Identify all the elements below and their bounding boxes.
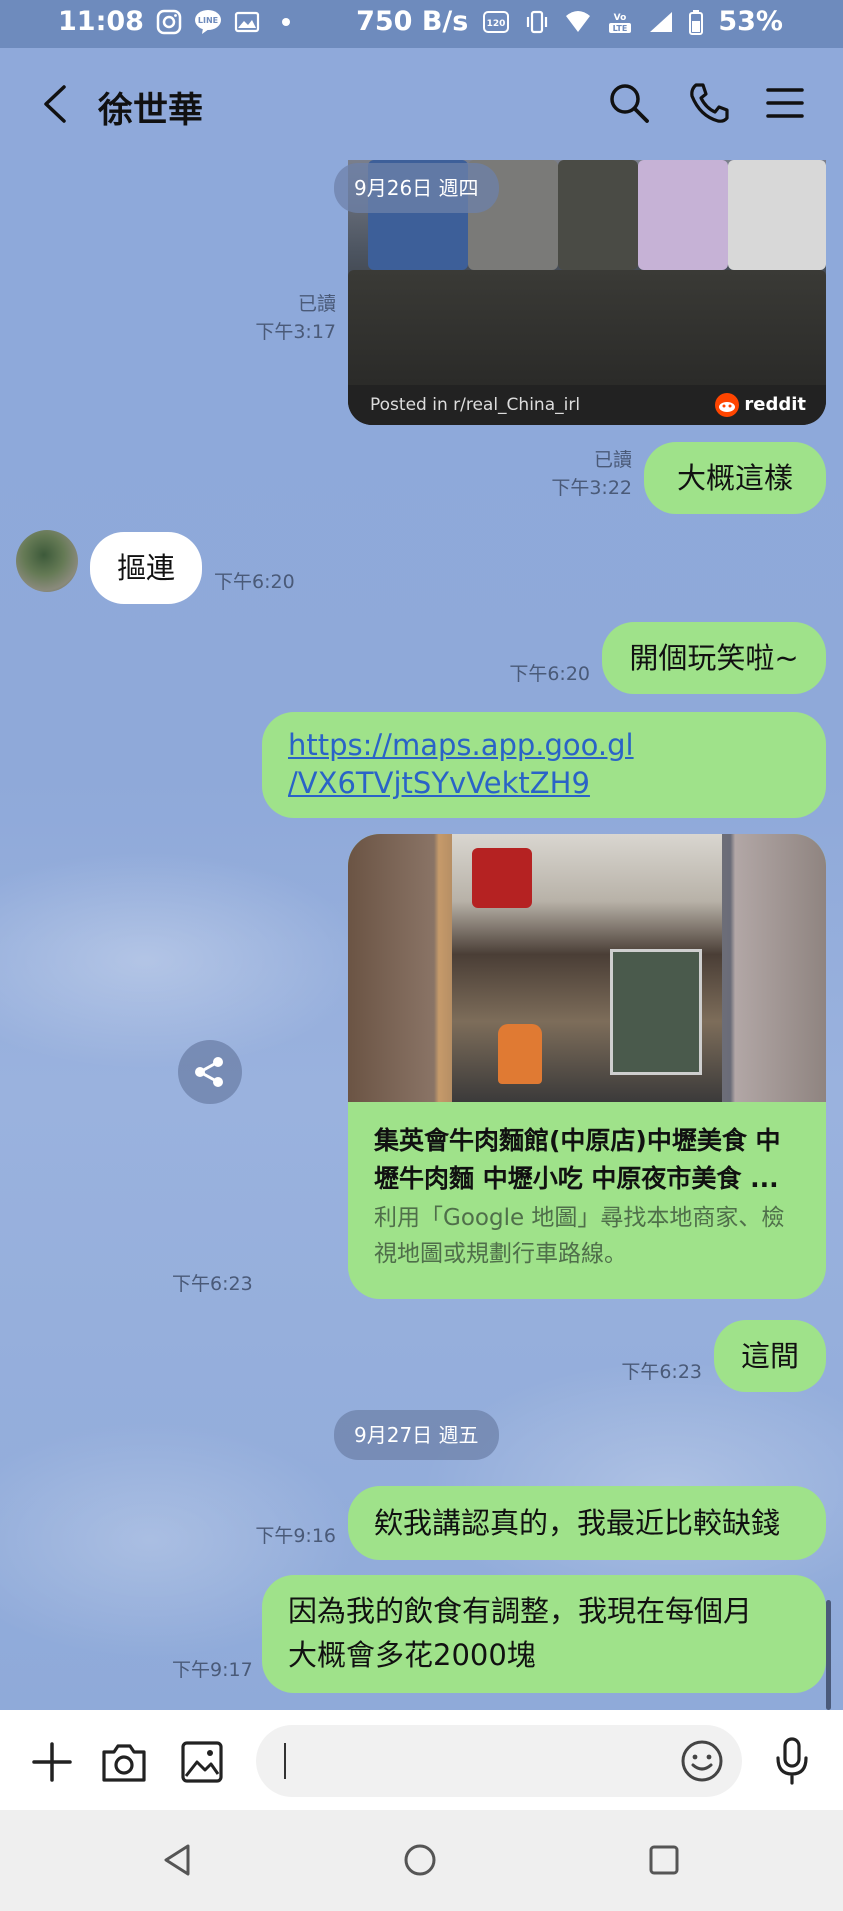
status-time: 11:08 bbox=[58, 6, 144, 37]
instagram-icon bbox=[156, 9, 182, 34]
vibrate-icon bbox=[527, 10, 548, 33]
emoji-icon[interactable] bbox=[680, 1739, 724, 1783]
read-receipt: 已讀 bbox=[297, 293, 336, 315]
volte-icon: VoLTE bbox=[609, 13, 632, 33]
dot-icon bbox=[281, 17, 290, 26]
image-icon[interactable] bbox=[180, 1740, 224, 1784]
reddit-brand: reddit bbox=[744, 394, 806, 415]
message-time: 下午9:17 bbox=[172, 1659, 253, 1681]
message-line: 大概會多花2000塊 bbox=[288, 1638, 536, 1672]
back-icon[interactable] bbox=[38, 84, 72, 124]
signal-icon bbox=[650, 11, 673, 32]
share-button[interactable] bbox=[178, 1040, 242, 1104]
wifi-icon bbox=[566, 10, 591, 32]
net-speed: 750 B/s bbox=[356, 6, 469, 37]
scrollbar[interactable] bbox=[826, 1600, 831, 1710]
link-message-bubble[interactable]: https://maps.app.goo.gl /VX6TVjtSYvVektZ… bbox=[262, 712, 826, 818]
date-separator: 9月27日 週五 bbox=[334, 1410, 499, 1460]
avatar[interactable] bbox=[16, 530, 78, 592]
message-time: 下午6:23 bbox=[172, 1273, 253, 1295]
link-url-line1[interactable]: https://maps.app.goo.gl bbox=[288, 728, 634, 762]
svg-text:Vo: Vo bbox=[614, 13, 627, 23]
nav-home-icon[interactable] bbox=[402, 1842, 438, 1878]
message-bubble[interactable]: 這間 bbox=[714, 1320, 826, 1392]
menu-icon[interactable] bbox=[762, 80, 808, 126]
share-icon bbox=[195, 1057, 223, 1087]
message-time: 下午9:16 bbox=[255, 1525, 336, 1547]
text-caret bbox=[284, 1743, 286, 1779]
message-bubble[interactable]: 大概這樣 bbox=[644, 442, 826, 514]
card-description: 利用「Google 地圖」尋找本地商家、檢視地圖或規劃行車路線。 bbox=[374, 1205, 785, 1267]
input-bar bbox=[0, 1710, 843, 1810]
message-bubble[interactable]: 因為我的飲食有調整，我現在每個月 大概會多花2000塊 bbox=[262, 1575, 826, 1693]
store-preview-image bbox=[348, 834, 826, 1102]
message-input[interactable] bbox=[256, 1725, 742, 1797]
link-url-line2[interactable]: /VX6TVjtSYvVektZH9 bbox=[288, 766, 590, 800]
plus-icon[interactable] bbox=[30, 1740, 74, 1784]
nav-recents-icon[interactable] bbox=[646, 1842, 682, 1878]
svg-text:LINE: LINE bbox=[198, 16, 218, 25]
incoming-message-bubble[interactable]: 摳連 bbox=[90, 532, 202, 604]
message-meta: 已讀 下午3:22 bbox=[520, 446, 632, 502]
status-bar: 11:08 LINE 750 B/s 120 Vo LTE 53% bbox=[0, 0, 843, 48]
svg-text:120: 120 bbox=[487, 19, 506, 29]
message-time: 下午3:22 bbox=[551, 477, 632, 499]
reddit-label: reddit bbox=[714, 385, 806, 425]
link-preview-card[interactable]: 集英會牛肉麵館(中原店)中壢美食 中壢牛肉麵 中壢小吃 中原夜市美食 ... 利… bbox=[348, 834, 826, 1299]
date-separator: 9月26日 週四 bbox=[334, 163, 499, 213]
search-icon[interactable] bbox=[606, 80, 652, 126]
line-icon: LINE bbox=[194, 9, 221, 34]
message-time: 下午6:20 bbox=[509, 663, 590, 685]
microphone-icon[interactable] bbox=[772, 1736, 812, 1786]
phone-icon[interactable] bbox=[686, 80, 732, 126]
message-line: 因為我的飲食有調整，我現在每個月 bbox=[288, 1594, 753, 1628]
chat-header: 徐世華 bbox=[0, 48, 843, 160]
background-cloud bbox=[0, 850, 370, 1070]
camera-icon[interactable] bbox=[100, 1740, 148, 1784]
system-nav-bar bbox=[0, 1810, 843, 1911]
reddit-icon bbox=[715, 393, 740, 417]
battery-icon bbox=[689, 9, 704, 35]
chat-area[interactable]: Posted in r/real_China_irl reddit 9月26日 … bbox=[0, 160, 843, 1710]
hd-voice-icon: 120 bbox=[483, 10, 510, 33]
chat-title: 徐世華 bbox=[98, 91, 204, 131]
message-bubble[interactable]: 開個玩笑啦~ bbox=[602, 622, 826, 694]
message-time: 下午6:23 bbox=[621, 1361, 702, 1383]
message-bubble[interactable]: 欸我講認真的，我最近比較缺錢 bbox=[348, 1486, 826, 1560]
battery-level: 53% bbox=[718, 6, 783, 37]
nav-back-icon[interactable] bbox=[160, 1842, 196, 1878]
read-receipt: 已讀 bbox=[593, 449, 632, 471]
card-title: 集英會牛肉麵館(中原店)中壢美食 中壢牛肉麵 中壢小吃 中原夜市美食 ... bbox=[374, 1126, 781, 1193]
svg-text:LTE: LTE bbox=[613, 24, 628, 33]
gallery-icon bbox=[234, 11, 260, 32]
message-time: 下午6:20 bbox=[214, 571, 295, 593]
message-time: 下午3:17 bbox=[255, 321, 336, 343]
message-meta: 已讀 下午3:17 bbox=[230, 290, 336, 346]
